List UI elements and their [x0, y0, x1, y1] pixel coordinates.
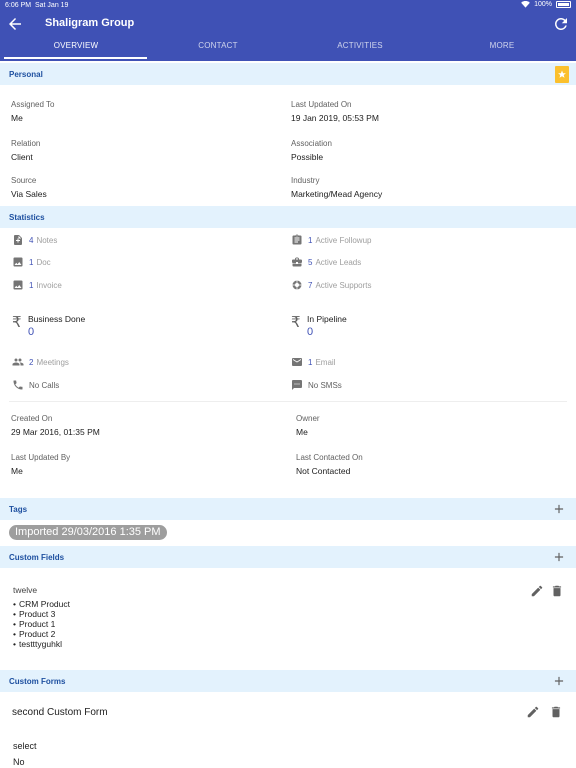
battery-percent: 100% [534, 1, 552, 8]
source-value: Via Sales [11, 189, 47, 199]
notes-stat[interactable]: 4 Notes [12, 233, 57, 247]
created-on-value: 29 Mar 2016, 01:35 PM [11, 427, 100, 437]
stats-divider [9, 401, 567, 402]
custom-field-values: CRM Product Product 3 Product 1 Product … [13, 599, 70, 649]
status-time: 6:06 PM [5, 2, 32, 9]
sms-icon [292, 380, 302, 390]
owner-value: Me [296, 427, 308, 437]
invoice-stat[interactable]: 1 Invoice [12, 278, 62, 292]
list-item: CRM Product [13, 599, 70, 609]
last-updated-by-value: Me [11, 466, 23, 476]
last-contacted-value: Not Contacted [296, 466, 351, 476]
refresh-icon[interactable] [552, 15, 570, 33]
tags-section-title: Tags [9, 505, 28, 514]
people-icon [12, 358, 24, 366]
bookmark-icon[interactable] [555, 66, 569, 83]
email-stat[interactable]: 1 Email [291, 355, 335, 369]
form-delete-trash-icon[interactable] [549, 705, 563, 719]
form-field-label: select [13, 741, 37, 751]
tags-section-header: Tags [0, 498, 576, 520]
association-value: Possible [291, 152, 324, 162]
list-item: testttyguhkl [13, 639, 70, 649]
add-custom-form-plus-icon[interactable] [552, 674, 566, 688]
assigned-to-label: Assigned To [11, 100, 55, 109]
list-item: Product 1 [13, 619, 70, 629]
form-field-value: No [13, 757, 25, 767]
industry-value: Marketing/Mead Agency [291, 189, 383, 199]
rupee-pipeline-icon: ₹ [291, 314, 301, 331]
tag-chip[interactable]: Imported 29/03/2016 1:35 PM [9, 525, 167, 540]
invoice-image-icon [13, 280, 23, 290]
business-done-label: Business Done [28, 314, 86, 324]
form-edit-pencil-icon[interactable] [526, 705, 540, 719]
app-header: 6:06 PM Sat Jan 19 100% Shaligram Group … [0, 0, 576, 61]
add-tag-plus-icon[interactable] [552, 502, 566, 516]
briefcase-icon [292, 257, 302, 267]
battery-icon [556, 1, 571, 8]
tab-contact[interactable]: CONTACT [146, 36, 290, 61]
assigned-to-value: Me [11, 113, 23, 123]
last-updated-on-value: 19 Jan 2019, 05:53 PM [291, 113, 379, 123]
active-tab-indicator [4, 57, 147, 59]
rupee-icon: ₹ [12, 314, 22, 331]
association-label: Association [291, 139, 332, 148]
clipboard-icon [292, 234, 302, 245]
relation-value: Client [11, 152, 33, 162]
back-arrow-icon[interactable] [6, 15, 24, 33]
custom-fields-section-title: Custom Fields [9, 553, 65, 562]
add-custom-field-plus-icon[interactable] [552, 550, 566, 564]
note-add-icon [14, 235, 22, 245]
personal-section-title: Personal [9, 70, 43, 79]
email-icon [292, 358, 302, 366]
industry-label: Industry [291, 176, 320, 185]
list-item: Product 2 [13, 629, 70, 639]
tab-activities[interactable]: ACTIVITIES [288, 36, 432, 61]
status-date: Sat Jan 19 [34, 2, 69, 9]
in-pipeline-label: In Pipeline [307, 314, 347, 324]
doc-stat[interactable]: 1 Doc [12, 255, 51, 269]
owner-label: Owner [296, 414, 320, 423]
custom-fields-section-header: Custom Fields [0, 546, 576, 568]
edit-pencil-icon[interactable] [530, 584, 544, 598]
custom-form-title: second Custom Form [12, 707, 108, 718]
leads-stat[interactable]: 5 Active Leads [291, 255, 361, 269]
custom-forms-section-title: Custom Forms [9, 677, 66, 686]
page-title: Shaligram Group [45, 17, 135, 29]
tab-bar: OVERVIEW CONTACT ACTIVITIES MORE [0, 36, 576, 61]
supports-stat[interactable]: 7 Active Supports [291, 278, 371, 292]
phone-icon [13, 380, 23, 390]
business-done-value: 0 [28, 326, 35, 338]
calls-stat[interactable]: No Calls [12, 378, 59, 392]
meetings-stat[interactable]: 2 Meetings [12, 355, 69, 369]
in-pipeline-value: 0 [307, 326, 314, 338]
custom-forms-section-header: Custom Forms [0, 670, 576, 692]
list-item: Product 3 [13, 609, 70, 619]
last-updated-by-label: Last Updated By [11, 453, 71, 462]
source-label: Source [11, 176, 37, 185]
wifi-icon [521, 1, 530, 8]
tab-more[interactable]: MORE [430, 36, 574, 61]
statistics-section-header: Statistics [0, 206, 576, 228]
personal-section-header: Personal [0, 63, 576, 85]
delete-trash-icon[interactable] [550, 584, 564, 598]
relation-label: Relation [11, 139, 41, 148]
sms-stat[interactable]: No SMSs [291, 378, 342, 392]
custom-field-label: twelve [13, 585, 38, 595]
followup-stat[interactable]: 1 Active Followup [291, 233, 371, 247]
support-icon [292, 280, 302, 290]
created-on-label: Created On [11, 414, 53, 423]
last-contacted-label: Last Contacted On [296, 453, 363, 462]
image-icon [13, 257, 23, 267]
last-updated-on-label: Last Updated On [291, 100, 352, 109]
statistics-section-title: Statistics [9, 213, 45, 222]
status-bar: 6:06 PM Sat Jan 19 100% [0, 0, 576, 11]
